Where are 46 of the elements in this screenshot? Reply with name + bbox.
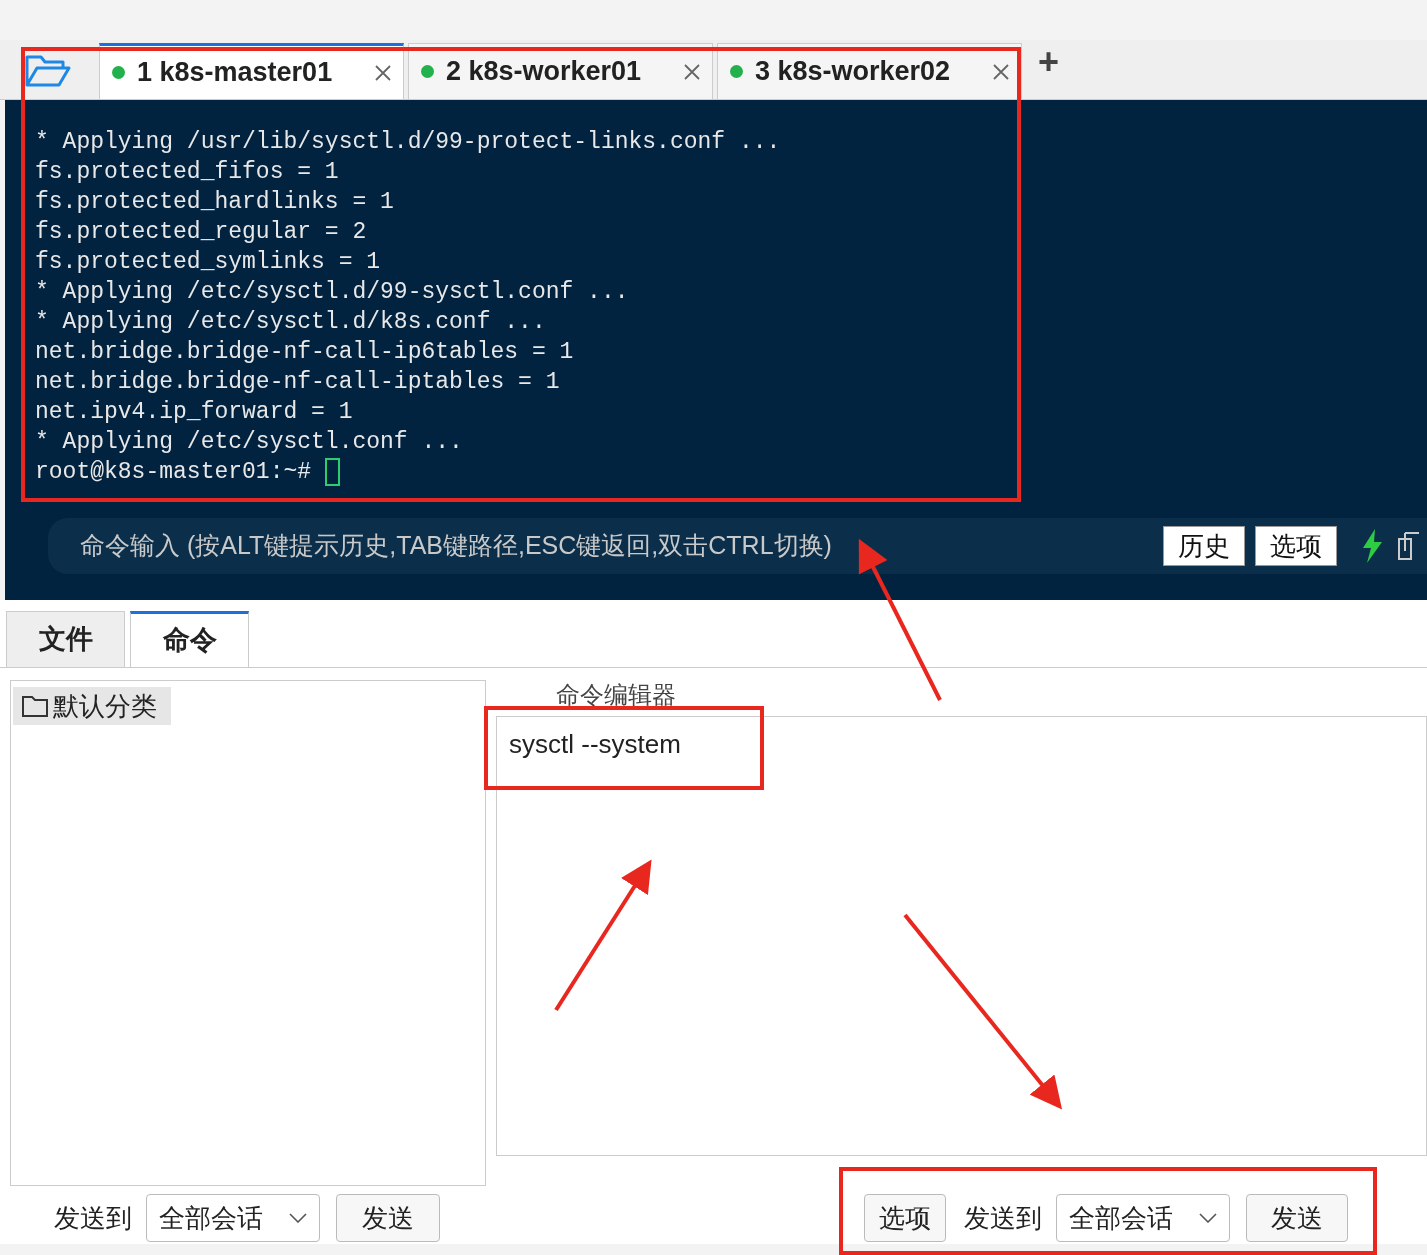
- terminal[interactable]: [5, 100, 1427, 600]
- close-icon[interactable]: [375, 64, 391, 81]
- editor-title: 命令编辑器: [556, 680, 676, 710]
- session-select[interactable]: 全部会话: [146, 1194, 320, 1242]
- new-tab-button[interactable]: +: [1038, 35, 1060, 89]
- chevron-down-icon: [289, 1213, 307, 1223]
- terminal-line: net.bridge.bridge-nf-call-ip6tables = 1: [35, 338, 574, 367]
- folder-icon: [21, 694, 49, 718]
- terminal-line: fs.protected_symlinks = 1: [35, 248, 381, 277]
- tab-label: 2 k8s-worker01: [446, 55, 643, 89]
- terminal-line: * Applying /etc/sysctl.conf ...: [35, 428, 463, 457]
- tab-label: 1 k8s-master01: [137, 56, 334, 90]
- folder-icon[interactable]: [25, 53, 71, 87]
- terminal-line: net.ipv4.ip_forward = 1: [35, 398, 353, 427]
- toolbar-button[interactable]: 选项: [1255, 526, 1337, 566]
- terminal-line: fs.protected_hardlinks = 1: [35, 188, 394, 217]
- terminal-line: * Applying /etc/sysctl.d/99-sysctl.conf ...: [35, 278, 629, 307]
- terminal-line: fs.protected_fifos = 1: [35, 158, 339, 187]
- terminal-line: fs.protected_regular = 2: [35, 218, 367, 247]
- session-tab[interactable]: 3 k8s-worker02: [717, 43, 1022, 99]
- cursor: [324, 458, 340, 486]
- send-button[interactable]: 发送: [336, 1194, 440, 1242]
- terminal-prompt: root@k8s-master01:~#: [35, 458, 313, 487]
- options-button[interactable]: 选项: [864, 1194, 946, 1242]
- send-button[interactable]: 发送: [1246, 1194, 1348, 1242]
- session-select[interactable]: 全部会话: [1056, 1194, 1230, 1242]
- toolbar-button[interactable]: 历史: [1163, 526, 1245, 566]
- category-item[interactable]: 默认分类: [13, 687, 171, 725]
- lightning-icon[interactable]: [1361, 529, 1383, 563]
- panel-tab[interactable]: 文件: [6, 611, 125, 667]
- session-tab[interactable]: 2 k8s-worker01: [408, 43, 713, 99]
- close-icon[interactable]: [684, 63, 700, 80]
- terminal-line: * Applying /etc/sysctl.d/k8s.conf ...: [35, 308, 546, 337]
- close-icon[interactable]: [993, 63, 1009, 80]
- send-to-label: 发送到: [964, 1201, 1042, 1235]
- command-input-placeholder: 命令输入 (按ALT键提示历史,TAB键路径,ESC键返回,双击CTRL切换): [80, 530, 833, 562]
- terminal-line: net.bridge.bridge-nf-call-iptables = 1: [35, 368, 560, 397]
- chevron-down-icon: [1199, 1213, 1217, 1223]
- tab-label: 3 k8s-worker02: [755, 55, 952, 89]
- terminal-line: * Applying /usr/lib/sysctl.d/99-protect-links.conf ...: [35, 128, 781, 157]
- panel-tab[interactable]: 命令: [130, 611, 249, 667]
- copy-icon[interactable]: [1397, 531, 1419, 561]
- command-editor[interactable]: sysctl --system: [496, 716, 1427, 1156]
- session-tab[interactable]: 1 k8s-master01: [99, 43, 404, 99]
- command-input-bar[interactable]: 命令输入 (按ALT键提示历史,TAB键路径,ESC键返回,双击CTRL切换) 历史 选项: [48, 518, 1427, 574]
- send-to-label: 发送到: [54, 1201, 132, 1235]
